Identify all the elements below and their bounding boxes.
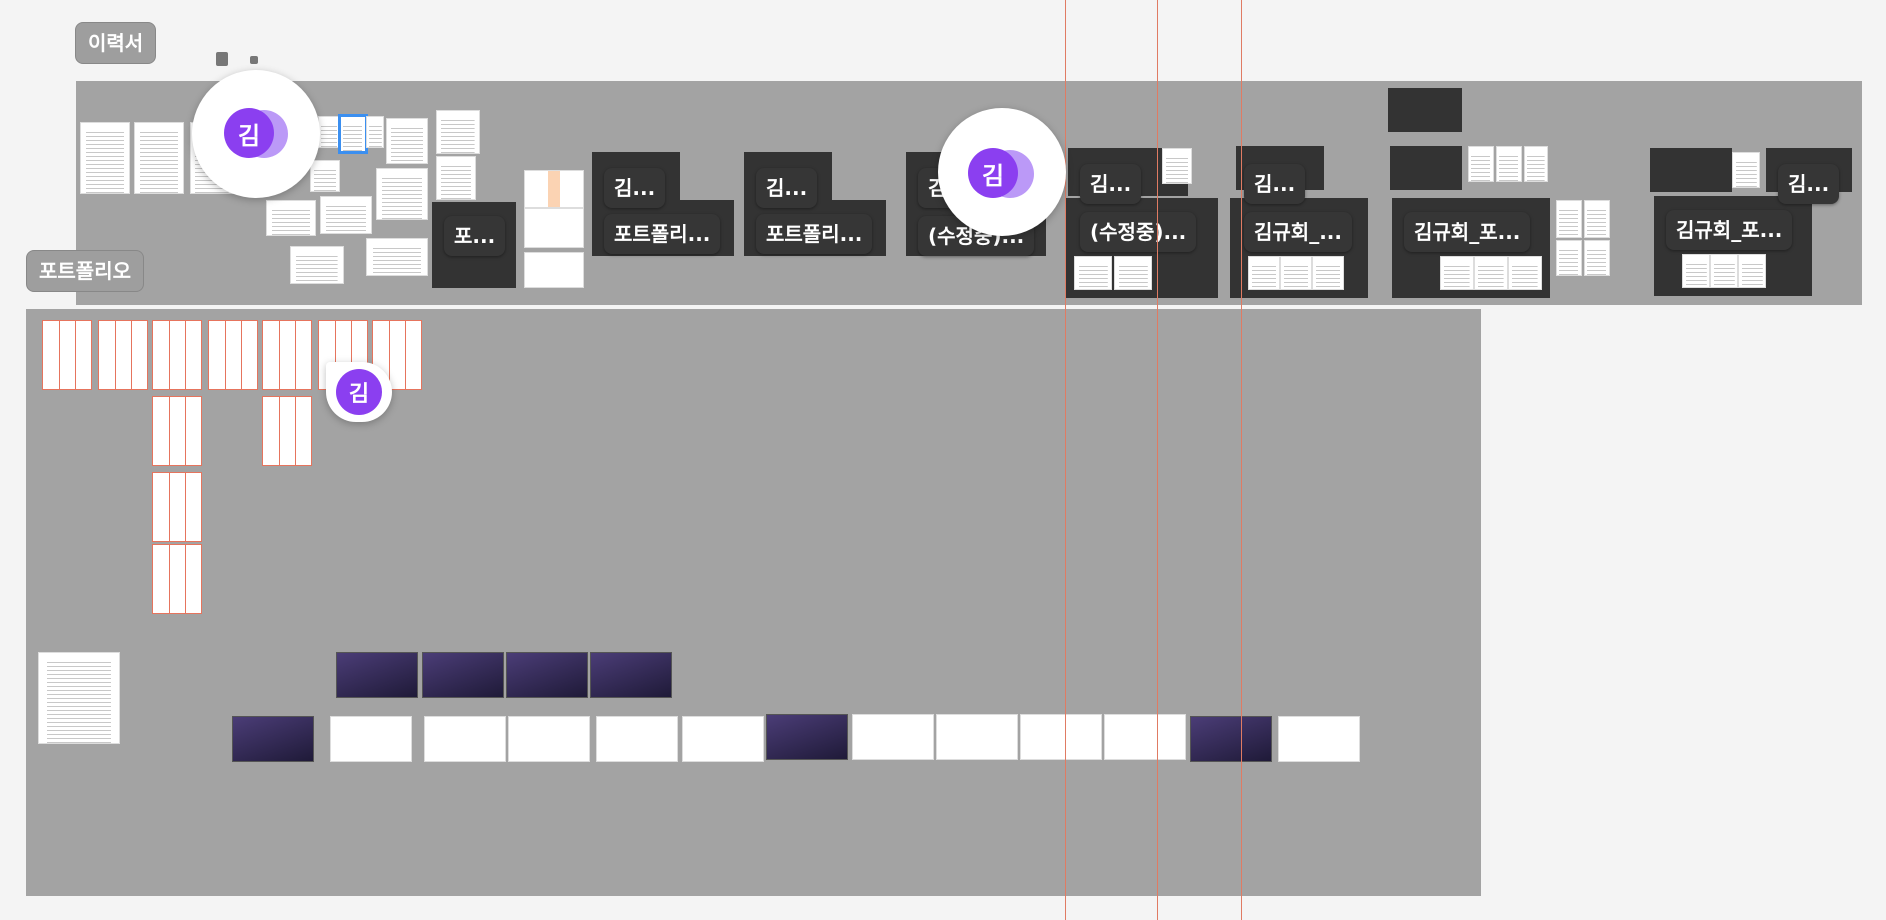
layout-guide-line[interactable] <box>1241 0 1242 920</box>
frame-label[interactable]: 김규회_... <box>1244 212 1352 252</box>
resume-page-thumbnail[interactable] <box>266 200 316 236</box>
frame-label[interactable]: 포... <box>444 216 506 256</box>
avatar: 김 <box>336 369 382 415</box>
portfolio-frame[interactable] <box>262 320 312 390</box>
frame-label[interactable]: 김... <box>1244 164 1306 204</box>
frame-label[interactable]: 김... <box>756 168 818 208</box>
resume-page-thumbnail[interactable] <box>290 246 344 284</box>
layout-guide-line[interactable] <box>1065 0 1066 920</box>
resume-page-thumbnail[interactable] <box>1732 152 1760 188</box>
resume-page-thumbnail[interactable] <box>386 118 428 164</box>
frame-label[interactable]: (수정중)... <box>1080 212 1197 252</box>
resume-page-thumbnail[interactable] <box>1468 146 1494 182</box>
frame-label[interactable]: 김... <box>604 168 666 208</box>
resume-page-thumbnail[interactable] <box>1114 256 1152 290</box>
slide-thumbnail[interactable] <box>424 716 506 762</box>
slide-thumbnail[interactable] <box>232 716 314 762</box>
portfolio-section-area[interactable] <box>26 309 1481 896</box>
slide-thumbnail[interactable] <box>1020 714 1102 760</box>
slide-thumbnail[interactable] <box>506 652 588 698</box>
resume-page-thumbnail[interactable] <box>1248 256 1280 290</box>
slide-thumbnail[interactable] <box>766 714 848 760</box>
diagram-thumbnail[interactable] <box>524 208 584 248</box>
frame-label[interactable]: 김규회_포... <box>1666 210 1793 250</box>
diagram-thumbnail[interactable] <box>524 252 584 288</box>
avatar: 김 <box>224 108 274 158</box>
slide-thumbnail[interactable] <box>1278 716 1360 762</box>
resume-page-thumbnail[interactable] <box>1556 200 1582 238</box>
resume-page-thumbnail[interactable] <box>318 116 340 148</box>
resume-page-thumbnail[interactable] <box>134 122 184 194</box>
resume-page-thumbnail[interactable] <box>1508 256 1542 290</box>
slide-thumbnail[interactable] <box>508 716 590 762</box>
portfolio-frame[interactable] <box>152 472 202 542</box>
portfolio-frame[interactable] <box>208 320 258 390</box>
resume-frame[interactable] <box>1390 146 1462 190</box>
resume-page-thumbnail[interactable] <box>1280 256 1312 290</box>
portfolio-page-thumbnail[interactable] <box>38 652 120 744</box>
section-label-portfolio[interactable]: 포트폴리오 <box>26 250 144 292</box>
resume-frame[interactable] <box>1650 148 1732 192</box>
resume-page-thumbnail[interactable] <box>1584 200 1610 238</box>
slide-thumbnail[interactable] <box>330 716 412 762</box>
resume-page-thumbnail[interactable] <box>1312 256 1344 290</box>
resume-page-thumbnail[interactable] <box>320 196 372 234</box>
resume-page-thumbnail[interactable] <box>436 156 476 200</box>
portfolio-frame[interactable] <box>262 396 312 466</box>
resume-page-thumbnail[interactable] <box>1474 256 1508 290</box>
portfolio-frame[interactable] <box>152 396 202 466</box>
resume-page-thumbnail[interactable] <box>1162 148 1192 184</box>
portfolio-frame[interactable] <box>98 320 148 390</box>
resume-page-thumbnail[interactable] <box>376 168 428 220</box>
resume-page-thumbnail[interactable] <box>1682 254 1710 288</box>
resume-page-thumbnail[interactable] <box>310 160 340 192</box>
frame-label[interactable]: 포트폴리... <box>604 214 721 254</box>
slide-thumbnail[interactable] <box>422 652 504 698</box>
resume-page-thumbnail-selected[interactable] <box>338 114 368 154</box>
resume-page-thumbnail[interactable] <box>80 122 130 194</box>
slide-thumbnail[interactable] <box>1104 714 1186 760</box>
frame-label[interactable]: 포트폴리... <box>756 214 873 254</box>
resume-page-thumbnail[interactable] <box>1524 146 1548 182</box>
frame-label[interactable]: 김규회_포... <box>1404 212 1531 252</box>
frame-label[interactable]: 김... <box>1080 164 1142 204</box>
frame-label[interactable]: 김... <box>1778 164 1840 204</box>
slide-thumbnail[interactable] <box>852 714 934 760</box>
portfolio-frame[interactable] <box>42 320 92 390</box>
layout-guide-line[interactable] <box>1157 0 1158 920</box>
portfolio-frame[interactable] <box>152 544 202 614</box>
section-label-resume[interactable]: 이력서 <box>75 22 157 64</box>
resume-page-thumbnail[interactable] <box>436 110 480 154</box>
slide-thumbnail[interactable] <box>590 652 672 698</box>
collaborator-thumbnail <box>250 56 258 64</box>
resume-page-thumbnail[interactable] <box>366 238 428 276</box>
portfolio-frame[interactable] <box>152 320 202 390</box>
resume-page-thumbnail[interactable] <box>1584 240 1610 276</box>
collaborator-thumbnail <box>216 52 228 66</box>
slide-thumbnail[interactable] <box>596 716 678 762</box>
resume-page-thumbnail[interactable] <box>1738 254 1766 288</box>
resume-page-thumbnail[interactable] <box>1074 256 1112 290</box>
avatar: 김 <box>968 148 1018 198</box>
resume-page-thumbnail[interactable] <box>1440 256 1474 290</box>
resume-page-thumbnail[interactable] <box>1496 146 1522 182</box>
resume-page-thumbnail[interactable] <box>1556 240 1582 276</box>
diagram-thumbnail[interactable] <box>524 170 584 208</box>
resume-frame[interactable] <box>1388 88 1462 132</box>
slide-thumbnail[interactable] <box>1190 716 1272 762</box>
resume-page-thumbnail[interactable] <box>1710 254 1738 288</box>
slide-thumbnail[interactable] <box>936 714 1018 760</box>
slide-thumbnail[interactable] <box>682 716 764 762</box>
slide-thumbnail[interactable] <box>336 652 418 698</box>
resume-page-thumbnail[interactable] <box>366 116 384 148</box>
